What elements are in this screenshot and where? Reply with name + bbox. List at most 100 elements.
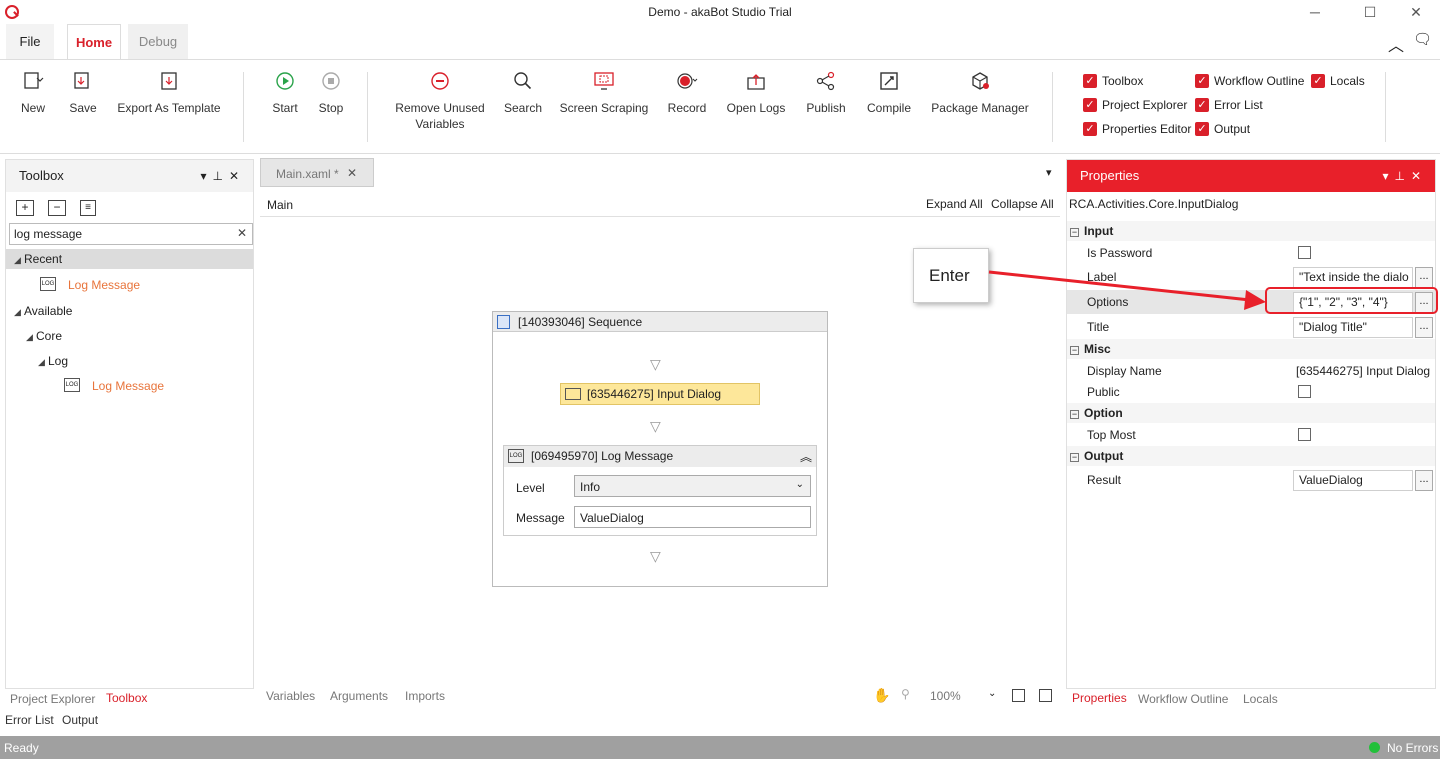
tab-output[interactable]: Output	[62, 710, 98, 730]
remove-unused-variables-button[interactable]: Remove Unused Variables	[392, 70, 488, 132]
tab-toolbox[interactable]: Toolbox	[106, 688, 147, 708]
tab-home[interactable]: Home	[67, 24, 121, 60]
minimize-icon[interactable]: ─	[1305, 2, 1325, 22]
sequence-header: [140393046] Sequence	[493, 312, 827, 332]
tab-file[interactable]: File	[6, 24, 54, 60]
expand-all-link[interactable]: Expand All	[926, 197, 983, 211]
tab-locals[interactable]: Locals	[1243, 689, 1278, 709]
tab-error-list[interactable]: Error List	[5, 710, 54, 730]
annotation-highlight	[1265, 287, 1438, 314]
new-button[interactable]: New	[16, 70, 50, 116]
zoom-level[interactable]: 100%	[930, 689, 961, 703]
toolbox-search-input[interactable]: log message	[14, 227, 82, 241]
tab-properties[interactable]: Properties	[1072, 688, 1127, 708]
ribbon: New Save Export As Template Start Stop R…	[0, 59, 1440, 154]
dropdown-icon[interactable]: ▾	[1382, 169, 1394, 183]
maximize-icon[interactable]: ☐	[1360, 2, 1380, 22]
tab-menu-icon[interactable]: ▾	[1046, 166, 1052, 179]
zoom-icon[interactable]: ⚲	[901, 687, 910, 701]
publish-button[interactable]: Publish	[804, 70, 848, 116]
tab-variables[interactable]: Variables	[266, 686, 315, 706]
close-icon[interactable]: ✕	[1411, 169, 1427, 183]
message-input[interactable]: ValueDialog	[574, 506, 811, 528]
level-select[interactable]: Info ⌄	[574, 475, 811, 497]
record-button[interactable]: Record	[666, 70, 708, 116]
pin-icon[interactable]: ⊥	[212, 169, 228, 183]
overview-icon[interactable]	[1039, 689, 1052, 702]
status-ok-icon	[1369, 742, 1380, 753]
compile-button[interactable]: Compile	[864, 70, 914, 116]
error-list-checkbox[interactable]: Error List	[1195, 97, 1263, 113]
label-field[interactable]: "Text inside the dialo	[1293, 267, 1413, 288]
error-count[interactable]: No Errors	[1387, 741, 1438, 755]
collapse-all-link[interactable]: Collapse All	[991, 197, 1054, 211]
expand-all-icon[interactable]: +	[16, 200, 34, 216]
close-icon[interactable]: ✕	[1406, 2, 1426, 22]
properties-editor-checkbox[interactable]: Properties Editor	[1083, 121, 1191, 137]
close-tab-icon[interactable]: ✕	[347, 166, 357, 180]
start-button[interactable]: Start	[268, 70, 302, 116]
section-option[interactable]: − Option	[1067, 403, 1435, 423]
toolbox-checkbox[interactable]: Toolbox	[1083, 73, 1143, 89]
result-field[interactable]: ValueDialog	[1293, 470, 1413, 491]
pin-icon[interactable]: ⊥	[1394, 169, 1410, 183]
label-expression-button[interactable]: ...	[1415, 267, 1433, 288]
title-field[interactable]: "Dialog Title"	[1293, 317, 1413, 338]
open-logs-button[interactable]: Open Logs	[724, 70, 788, 116]
stop-button[interactable]: Stop	[314, 70, 348, 116]
collapse-activity-icon[interactable]: ︽	[800, 448, 812, 465]
tab-workflow-outline[interactable]: Workflow Outline	[1138, 689, 1228, 709]
title-expression-button[interactable]: ...	[1415, 317, 1433, 338]
tab-imports[interactable]: Imports	[405, 686, 445, 706]
tree-log[interactable]: ◢ Log	[38, 351, 68, 371]
section-output[interactable]: − Output	[1067, 446, 1435, 466]
section-input[interactable]: − Input	[1067, 221, 1435, 241]
tree-core[interactable]: ◢ Core	[26, 326, 62, 346]
tree-log-message[interactable]: LOG Log Message	[64, 376, 164, 396]
result-expression-button[interactable]: ...	[1415, 470, 1433, 491]
menu-tabs: File Home Debug ︿ 🗨	[0, 24, 1440, 60]
screen-scraping-button[interactable]: Screen Scraping	[559, 70, 649, 116]
list-view-icon[interactable]: ≡	[80, 200, 96, 216]
output-checkbox[interactable]: Output	[1195, 121, 1250, 137]
dropdown-icon[interactable]: ▾	[200, 169, 212, 183]
toolbox-header: Toolbox ▾⊥✕	[6, 160, 253, 192]
collapse-all-icon[interactable]: −	[48, 200, 66, 216]
section-misc[interactable]: − Misc	[1067, 339, 1435, 359]
search-button[interactable]: Search	[503, 70, 543, 116]
save-button[interactable]: Save	[66, 70, 100, 116]
zoom-dropdown-icon[interactable]: ⌄	[988, 688, 996, 699]
share-icon	[815, 70, 837, 92]
is-password-checkbox[interactable]	[1298, 246, 1311, 259]
clear-search-icon[interactable]: ✕	[237, 226, 247, 240]
search-icon	[512, 70, 534, 92]
hand-pan-icon[interactable]: ✋	[873, 687, 890, 704]
tree-recent-log-message[interactable]: LOG Log Message	[40, 275, 140, 295]
tree-recent[interactable]: ◢ Recent	[6, 249, 253, 269]
fit-to-screen-icon[interactable]	[1012, 689, 1025, 702]
tree-available[interactable]: ◢ Available	[14, 301, 72, 321]
input-dialog-activity[interactable]: [635446275] Input Dialog	[560, 383, 760, 405]
project-explorer-checkbox[interactable]: Project Explorer	[1083, 97, 1187, 113]
tab-main-xaml[interactable]: Main.xaml * ✕	[260, 158, 374, 187]
sequence-activity[interactable]: [140393046] Sequence ▽ [635446275] Input…	[492, 311, 828, 587]
locals-checkbox[interactable]: Locals	[1311, 73, 1365, 89]
public-checkbox[interactable]	[1298, 385, 1311, 398]
export-as-template-button[interactable]: Export As Template	[114, 70, 224, 116]
log-message-activity[interactable]: LOG [069495970] Log Message ︽ Level Info…	[503, 445, 817, 536]
collapse-triangle-icon: ◢	[38, 357, 45, 367]
collapse-ribbon-icon[interactable]: ︿	[1388, 32, 1404, 56]
save-icon	[72, 70, 94, 92]
drop-arrow-icon: ▽	[650, 356, 661, 372]
feedback-icon[interactable]: 🗨	[1413, 30, 1432, 48]
close-icon[interactable]: ✕	[229, 169, 245, 183]
tab-project-explorer[interactable]: Project Explorer	[10, 689, 95, 709]
collapse-icon: −	[1070, 452, 1079, 462]
workflow-outline-checkbox[interactable]: Workflow Outline	[1195, 73, 1304, 89]
breadcrumb[interactable]: Main	[267, 198, 293, 212]
tab-debug[interactable]: Debug	[128, 24, 188, 60]
top-most-checkbox[interactable]	[1298, 428, 1311, 441]
tab-arguments[interactable]: Arguments	[330, 686, 388, 706]
package-manager-button[interactable]: Package Manager	[930, 70, 1030, 116]
toolbox-search-box[interactable]: log message ✕	[9, 223, 253, 245]
